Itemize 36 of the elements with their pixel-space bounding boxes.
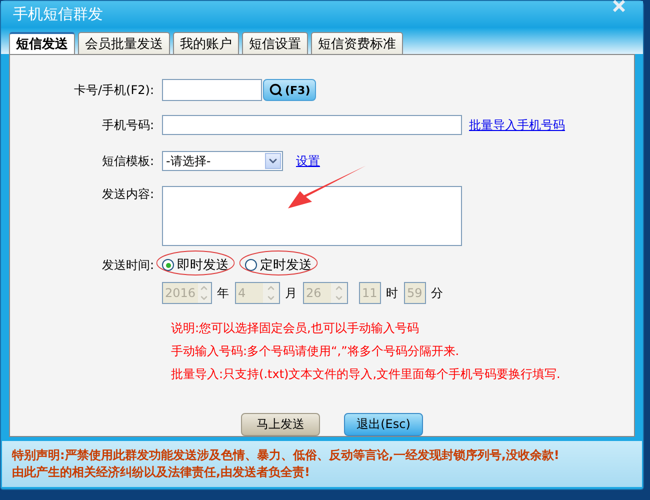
instruction-text: 手动输入号码:多个号码请使用“,”将多个号码分隔开来. <box>171 343 460 360</box>
field-label: 短信模板: <box>100 152 155 170</box>
phone-number-field[interactable] <box>162 115 462 135</box>
tab[interactable]: 短信发送 <box>9 32 75 54</box>
field-label: 卡号/手机(F2): <box>73 82 155 98</box>
settings-link[interactable]: 设置 <box>296 152 320 170</box>
spinner-arrows-icon <box>331 283 347 303</box>
radio-button[interactable] <box>162 259 174 271</box>
field-label: 手机号码: <box>100 116 155 134</box>
content-field[interactable] <box>162 186 462 246</box>
import-link[interactable]: 批量导入手机号码 <box>469 116 565 134</box>
card-number-field[interactable] <box>162 79 262 101</box>
tab[interactable]: 我的账户 <box>173 32 239 54</box>
send-button[interactable]: 马上发送 <box>241 413 320 436</box>
field-label: 发送时间: <box>100 256 155 274</box>
spinner-arrows-icon <box>263 283 279 303</box>
tab[interactable]: 短信设置 <box>242 32 308 54</box>
search-icon <box>269 83 283 97</box>
tab[interactable]: 短信资费标准 <box>311 32 403 54</box>
unit-label: 年 <box>217 284 229 302</box>
radio-button[interactable] <box>245 259 257 271</box>
exit-button[interactable]: 退出(Esc) <box>344 413 423 436</box>
disclaimer-text: 特别声明:严禁使用此群发功能发送涉及色情、暴力、低俗、反动等言论,一经发现封锁序列号,没收余款! <box>12 447 560 464</box>
tab[interactable]: 会员批量发送 <box>78 32 170 54</box>
unit-label: 月 <box>285 284 297 302</box>
close-icon <box>612 0 626 12</box>
spinner-arrows-icon <box>198 283 211 303</box>
instruction-text: 说明:您可以选择固定会员,也可以手动输入号码 <box>171 320 420 337</box>
window-title: 手机短信群发 <box>13 5 103 24</box>
disclaimer-text: 由此产生的相关经济纠纷以及法律责任,由发送者负全责! <box>12 464 312 481</box>
unit-label: 分 <box>431 284 443 302</box>
field-label: 发送内容: <box>100 186 155 203</box>
unit-label: 时 <box>386 284 398 302</box>
instruction-text: 批量导入:只支持(.txt)文本文件的导入,文件里面每个手机号码要换行填写. <box>171 366 562 383</box>
lookup-button[interactable]: (F3) <box>263 79 316 101</box>
template-select[interactable]: -请选择- <box>162 151 283 171</box>
